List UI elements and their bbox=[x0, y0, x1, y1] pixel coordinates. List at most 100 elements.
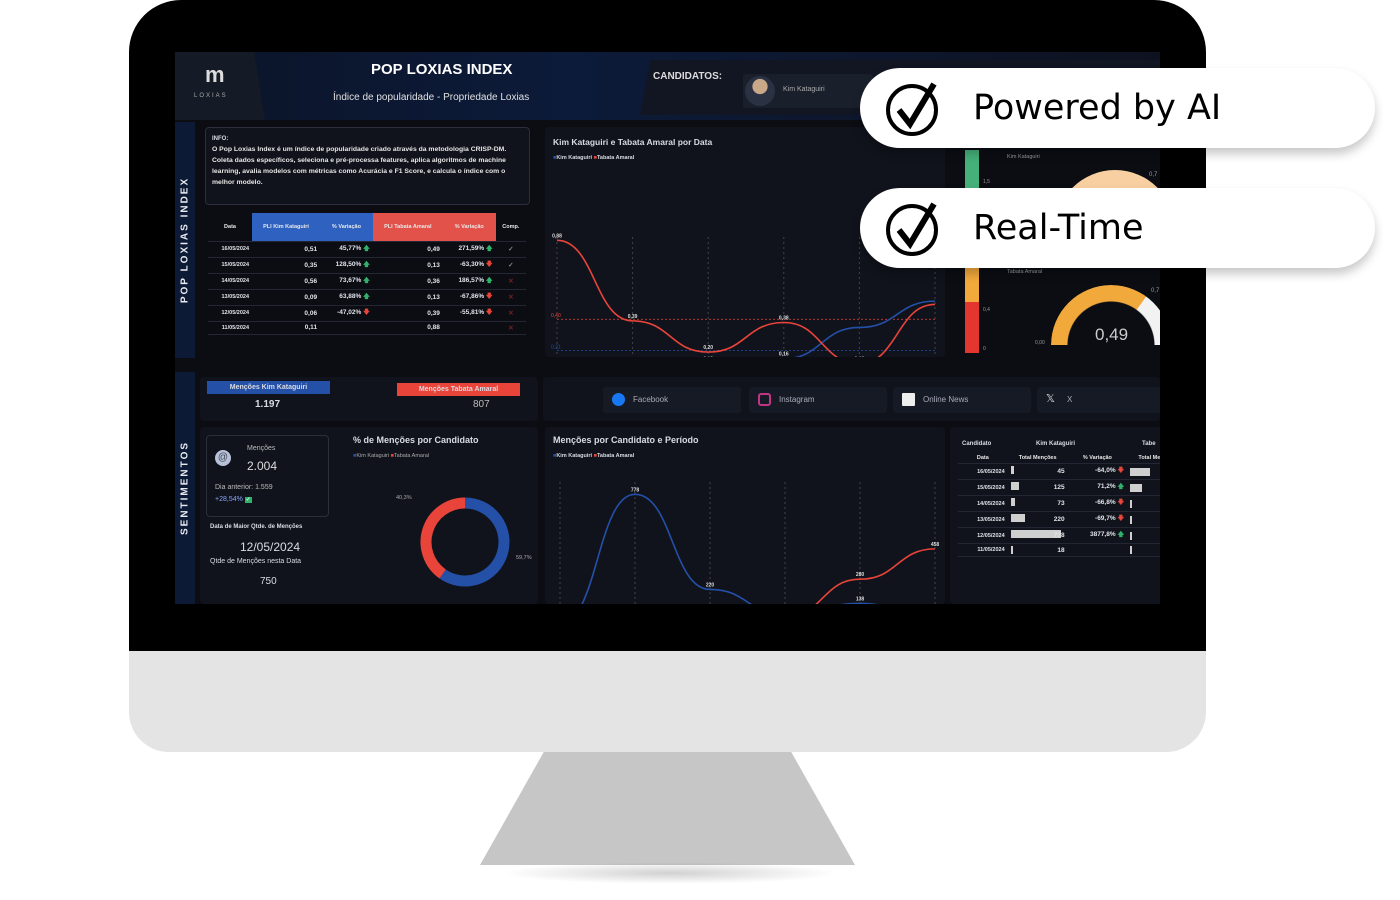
table-row: 16/05/2024 0,51 45,77% 🡅 0,49 271,59% 🡅 ✓ bbox=[208, 241, 526, 258]
table-row: 11/05/2024 0,11 0,88 ✕ bbox=[208, 321, 526, 335]
table-group: Tabe bbox=[1142, 441, 1156, 447]
donut-title: % de Menções por Candidato bbox=[353, 435, 479, 445]
donut-slice bbox=[420, 497, 466, 579]
table-row: 12/05/2024 778 3877,8% 🡅 bbox=[958, 527, 1160, 544]
news-icon bbox=[902, 393, 915, 406]
kim-mentions-value: 1.197 bbox=[255, 399, 281, 410]
mentions-bar bbox=[1010, 546, 1013, 554]
instagram-icon bbox=[758, 393, 771, 406]
sentiment-panel: @ Menções 2.004 Dia anterior: 1.559 +28,… bbox=[200, 427, 538, 604]
change-value: +28,54% bbox=[215, 496, 243, 503]
table-row: 14/05/2024 0,56 73,67% 🡅 0,36 186,57% 🡅 ✕ bbox=[208, 273, 526, 290]
mentions-bar bbox=[1010, 498, 1016, 506]
data-label: 0,88 bbox=[552, 233, 562, 239]
table-row: 16/05/2024 45 -64,0% 🡇 bbox=[958, 463, 1160, 480]
mentions-table: DataTotal Menções% VariaçãoTotal Menç 16… bbox=[958, 453, 1160, 557]
source-x[interactable]: 𝕏X bbox=[1037, 387, 1160, 413]
mentions-bar bbox=[1010, 482, 1019, 490]
reference-label: 0,21 bbox=[551, 344, 561, 350]
donut-legend: ■Kim Kataguiri ■Tabata Amaral bbox=[353, 453, 430, 459]
check-circle-icon bbox=[886, 82, 938, 136]
logo-text: LOXIAS bbox=[194, 93, 228, 99]
source-facebook[interactable]: Facebook bbox=[603, 387, 741, 413]
badge-powered-by-ai: Powered by AI bbox=[860, 68, 1375, 148]
scale-label: 1,5 bbox=[983, 179, 990, 185]
total-mentions-label: Menções bbox=[247, 445, 276, 452]
gauge-max: 0,7 bbox=[1149, 172, 1158, 178]
facebook-icon bbox=[612, 393, 625, 406]
check-icon: ✓ bbox=[244, 497, 252, 503]
candidates-label: CANDIDATOS: bbox=[653, 71, 723, 82]
mentions-table-panel: Candidato Kim Kataguiri Tabe Data Total M… bbox=[950, 427, 1160, 604]
slice-label: 40,3% bbox=[396, 495, 412, 501]
data-label: 0,20 bbox=[703, 345, 713, 351]
series-line-tabata bbox=[815, 548, 936, 604]
data-label: 0,38 bbox=[779, 316, 789, 322]
check-circle-icon bbox=[886, 202, 938, 256]
stand-shadow bbox=[500, 862, 840, 884]
table-group: Candidato bbox=[962, 441, 992, 447]
mentions-panel: Menções Kim Kataguiri 1.197 Menções Taba… bbox=[200, 377, 538, 421]
monitor-chin bbox=[129, 651, 1206, 752]
mentions-donut-chart: 59,7% 40,3% bbox=[396, 495, 532, 587]
data-label: 458 bbox=[931, 542, 940, 548]
mentions-line-chart-panel: Menções por Candidato e Período ■Kim Kat… bbox=[545, 427, 945, 604]
peak-date-value: 12/05/2024 bbox=[240, 540, 301, 554]
badge-label: Real-Time bbox=[973, 208, 1144, 248]
mentions-bar bbox=[1010, 466, 1014, 474]
logo-area: m LOXIAS bbox=[175, 52, 265, 120]
table-row: 15/05/2024 125 71,2% 🡅 bbox=[958, 479, 1160, 496]
page-title: POP LOXIAS INDEX bbox=[371, 61, 513, 78]
data-label: 220 bbox=[706, 582, 715, 588]
peak-qty-value: 750 bbox=[260, 576, 277, 587]
table-row: 12/05/2024 0,06 -47,02% 🡇 0,39 -55,81% 🡇 ✕ bbox=[208, 305, 526, 322]
candidate-selector[interactable]: Kim Kataguiri bbox=[743, 74, 873, 108]
table-row: 13/05/2024 0,09 63,88% 🡅 0,13 -67,86% 🡇 ✕ bbox=[208, 289, 526, 306]
side-label-index: POP LOXIAS INDEX bbox=[175, 122, 195, 358]
at-icon: @ bbox=[215, 450, 231, 466]
side-label-sentimentos: SENTIMENTOS bbox=[175, 372, 195, 604]
tabata-mentions-label: Menções Tabata Amaral bbox=[397, 383, 520, 396]
total-mentions-card: @ Menções 2.004 Dia anterior: 1.559 +28,… bbox=[206, 435, 329, 517]
data-label: 778 bbox=[631, 487, 640, 493]
source-online-news[interactable]: Online News bbox=[893, 387, 1031, 413]
gauge-title: Kim Kataguiri bbox=[1007, 154, 1040, 160]
series-line-kim bbox=[793, 300, 936, 357]
prev-day-value: 1.559 bbox=[255, 484, 273, 491]
candidate-name: Kim Kataguiri bbox=[783, 86, 825, 93]
slice-label: 59,7% bbox=[516, 555, 532, 561]
series-line-kim bbox=[581, 493, 877, 604]
data-label: 138 bbox=[856, 596, 865, 602]
info-title: INFO: bbox=[212, 136, 229, 142]
info-box: INFO: O Pop Loxias Index é um índice de … bbox=[205, 127, 530, 205]
pli-table: Data PLI Kim Kataguiri % Variação PLI Ta… bbox=[208, 213, 526, 335]
data-label: 0,39 bbox=[628, 314, 638, 320]
monitor-stand bbox=[480, 752, 855, 865]
table-row: 14/05/2024 73 -66,8% 🡇 bbox=[958, 495, 1160, 512]
candidate-avatar bbox=[745, 76, 775, 106]
scale-label: 0 bbox=[983, 346, 986, 352]
mentions-line-chart: 11 de mai12 de mai13 de mai14 de mai15 d… bbox=[559, 482, 940, 604]
scale-label: 0,4 bbox=[983, 307, 990, 313]
page-subtitle: Índice de popularidade - Propriedade Lox… bbox=[333, 92, 530, 103]
source-instagram[interactable]: Instagram bbox=[749, 387, 887, 413]
donut-slice bbox=[439, 497, 510, 587]
badge-real-time: Real-Time bbox=[860, 188, 1375, 268]
data-label: 0,16 bbox=[779, 352, 789, 357]
gauge-title: Tabata Amaral bbox=[1007, 269, 1043, 275]
kim-mentions-label: Menções Kim Kataguiri bbox=[207, 381, 330, 394]
table-group: Kim Kataguiri bbox=[1036, 441, 1076, 447]
table-row: 15/05/2024 0,35 128,50% 🡅 0,13 -63,30% 🡇 ✓ bbox=[208, 257, 526, 274]
table-row: 11/05/2024 18 bbox=[958, 543, 1160, 557]
badge-label: Powered by AI bbox=[973, 88, 1222, 128]
logo-icon: m bbox=[205, 62, 225, 87]
info-text: O Pop Loxias Index é um índice de popula… bbox=[212, 146, 507, 186]
data-label: 280 bbox=[856, 572, 865, 578]
total-mentions-value: 2.004 bbox=[247, 459, 278, 473]
mentions-bar bbox=[1010, 514, 1025, 522]
prev-day-label: Dia anterior: bbox=[215, 484, 254, 491]
gauge-max: 0,7 bbox=[1151, 288, 1160, 294]
x-icon: 𝕏 bbox=[1046, 393, 1055, 405]
peak-qty-label: Qtde de Menções nesta Data bbox=[210, 558, 302, 565]
gauge-value: 0,49 bbox=[1095, 325, 1129, 344]
